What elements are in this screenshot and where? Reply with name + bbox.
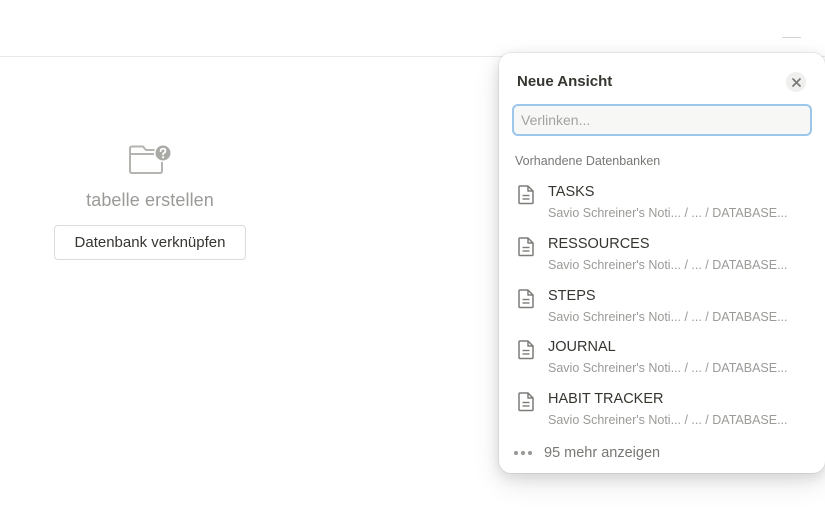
empty-state: tabelle erstellen Datenbank verknüpfen: [54, 140, 246, 260]
search-field: [512, 104, 812, 136]
page-icon: [517, 236, 535, 257]
database-item-path: Savio Schreiner's Noti... / ... / DATABA…: [548, 257, 788, 272]
header-line-mark: [782, 37, 801, 38]
database-item-journal[interactable]: JOURNAL Savio Schreiner's Noti... / ... …: [499, 332, 825, 384]
link-database-button[interactable]: Datenbank verknüpfen: [54, 225, 246, 260]
database-item-path: Savio Schreiner's Noti... / ... / DATABA…: [548, 413, 788, 428]
page-icon: [517, 391, 535, 412]
page: tabelle erstellen Datenbank verknüpfen N…: [0, 0, 825, 512]
database-item-path: Savio Schreiner's Noti... / ... / DATABA…: [548, 206, 788, 220]
popover-title: Neue Ansicht: [517, 73, 613, 90]
database-item-name: HABIT TRACKER: [548, 391, 664, 408]
database-item-tasks[interactable]: TASKS Savio Schreiner's Noti... / ... / …: [499, 177, 825, 229]
database-item-path: Savio Schreiner's Noti... / ... / DATABA…: [548, 361, 788, 376]
search-input[interactable]: [514, 106, 810, 134]
database-item-ressources[interactable]: RESSOURCES Savio Schreiner's Noti... / .…: [499, 229, 825, 281]
database-item-name: TASKS: [548, 184, 595, 200]
database-item-name: STEPS: [548, 287, 596, 304]
page-icon: [517, 184, 535, 205]
existing-databases-label: Vorhandene Datenbanken: [515, 154, 661, 168]
new-view-popover: Neue Ansicht Vorhandene Datenbanken TASK…: [499, 53, 825, 473]
folder-question-icon: [129, 144, 172, 174]
more-dots-icon: [513, 450, 533, 456]
close-icon: [791, 77, 801, 87]
show-more-label: 95 mehr anzeigen: [544, 445, 661, 461]
database-item-habit-tracker[interactable]: HABIT TRACKER Savio Schreiner's Noti... …: [499, 384, 825, 436]
page-icon: [517, 339, 535, 360]
database-item-name: JOURNAL: [548, 339, 616, 356]
database-item-name: RESSOURCES: [548, 235, 650, 252]
empty-state-title: tabelle erstellen: [86, 190, 214, 210]
database-list: TASKS Savio Schreiner's Noti... / ... / …: [499, 177, 825, 436]
show-more-button[interactable]: 95 mehr anzeigen: [513, 443, 660, 463]
close-button[interactable]: [786, 72, 806, 92]
database-item-steps[interactable]: STEPS Savio Schreiner's Noti... / ... / …: [499, 281, 825, 333]
database-item-path: Savio Schreiner's Noti... / ... / DATABA…: [548, 309, 788, 324]
page-icon: [517, 288, 535, 309]
